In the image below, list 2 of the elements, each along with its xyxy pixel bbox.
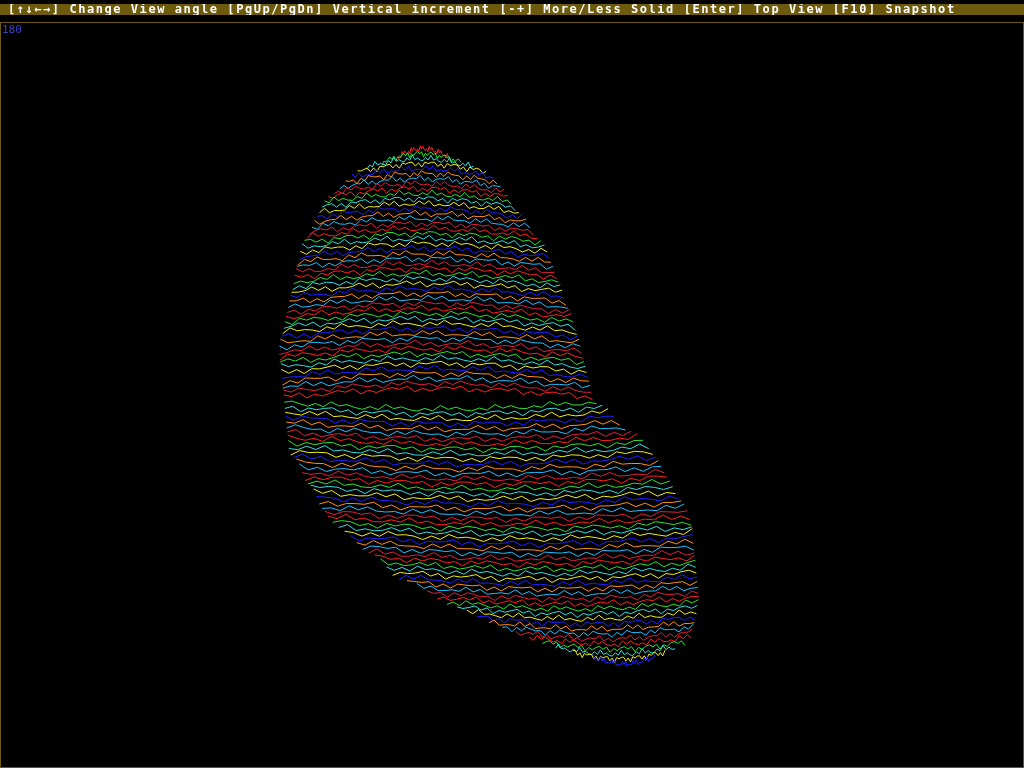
angle-readout: 180	[2, 24, 22, 36]
key-help-bar: [↑↓←→] Change View angle [PgUp/PgDn] Vertical increment [-+] More/Less Solid [Enter] Top View [F10] Snapshot	[0, 4, 1024, 15]
